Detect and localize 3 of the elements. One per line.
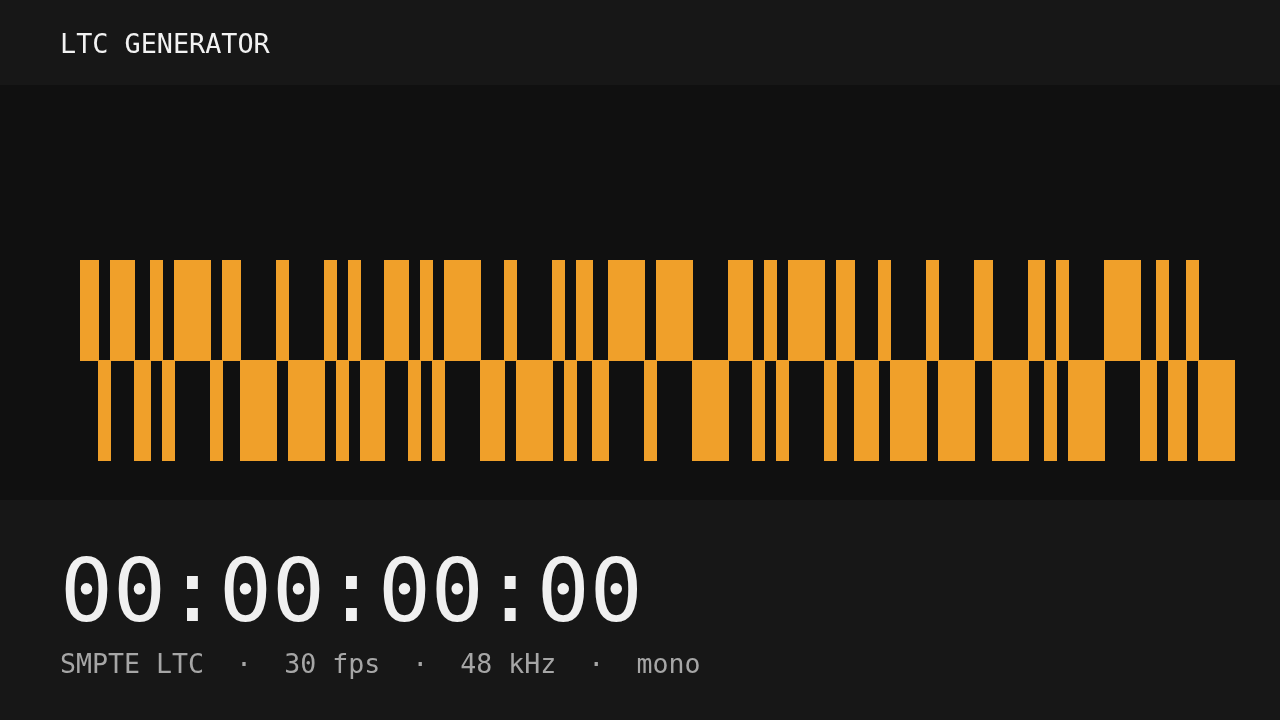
signal-info: SMPTE LTC · 30 fps · 48 kHz · mono <box>60 651 702 678</box>
timecode-display: 00:00:00:00 <box>60 547 644 635</box>
app-title: LTC GENERATOR <box>60 27 270 58</box>
